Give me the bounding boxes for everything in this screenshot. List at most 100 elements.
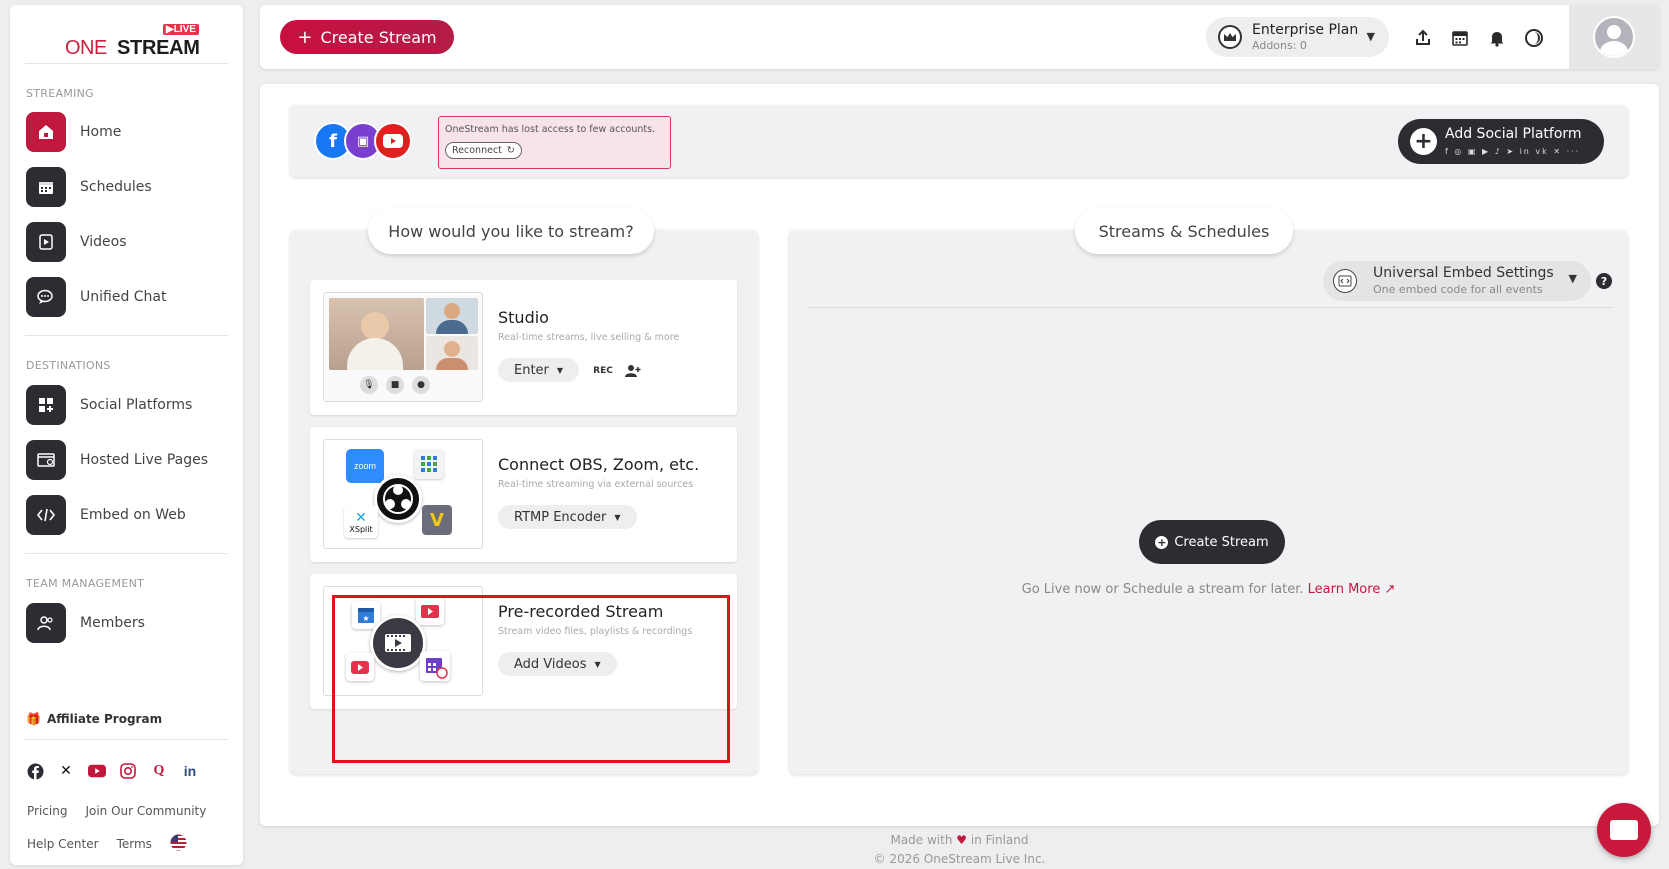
- grid-plus-icon: [26, 385, 66, 425]
- encoder-illustration: zoom ✕ XSplit V: [323, 439, 483, 549]
- calendar-icon[interactable]: [1449, 27, 1471, 49]
- record-button[interactable]: REC: [591, 360, 615, 382]
- grid-app-logo: [414, 449, 444, 479]
- learn-more-link[interactable]: Learn More ↗: [1308, 582, 1396, 597]
- bell-icon[interactable]: [1486, 27, 1508, 49]
- studio-subtitle: Real-time streams, live selling & more: [498, 332, 680, 343]
- sidebar-item-schedules[interactable]: Schedules: [26, 167, 226, 207]
- onestream-logo[interactable]: ONE STREAM ▶LIVE: [65, 19, 205, 61]
- obs-zoom-title: Connect OBS, Zoom, etc.: [498, 455, 700, 474]
- join-community-link[interactable]: Join Our Community: [85, 804, 206, 818]
- studio-controls: 🎙 ■ ●: [360, 376, 430, 394]
- members-icon: [26, 603, 66, 643]
- code-icon: [26, 495, 66, 535]
- divider: [25, 553, 228, 554]
- studio-enter-button[interactable]: Enter ▼: [498, 358, 580, 382]
- streams-schedules-panel: Streams & Schedules Universal Embed Sett…: [789, 208, 1628, 774]
- help-icon[interactable]: ?: [1596, 273, 1612, 289]
- streams-schedules-heading: Streams & Schedules: [1075, 208, 1293, 254]
- add-guest-icon[interactable]: [621, 360, 645, 382]
- chat-icon: [26, 277, 66, 317]
- studio-illustration: 🎙 ■ ●: [323, 292, 483, 402]
- chat-icon: ●: [412, 376, 430, 394]
- sidebar-item-unified-chat[interactable]: Unified Chat: [26, 277, 226, 317]
- destinations-bar: f ▣ OneStream has lost access to few acc…: [290, 105, 1628, 177]
- platform-mini-icons: f ◎ ▣ ▶ ♪ ➤ in vk ✕ ···: [1445, 147, 1581, 156]
- embed-code-icon: [1333, 269, 1357, 293]
- plan-addons: Addons: 0: [1252, 39, 1307, 52]
- sidebar-item-home[interactable]: Home: [26, 112, 226, 152]
- facebook-icon[interactable]: [26, 762, 44, 780]
- heart-icon: ♥: [956, 833, 968, 847]
- quora-icon[interactable]: Q: [150, 762, 168, 780]
- reconnect-button[interactable]: Reconnect ↻: [445, 142, 522, 159]
- sidebar-item-hosted-live-pages[interactable]: Hosted Live Pages: [26, 440, 226, 480]
- studio-guest-video: [426, 298, 478, 334]
- obs-zoom-subtitle: Real-time streaming via external sources: [498, 479, 694, 490]
- instagram-icon[interactable]: [119, 762, 137, 780]
- obs-logo: [374, 475, 422, 523]
- caret-down-icon: ▼: [1568, 272, 1577, 285]
- help-center-link[interactable]: Help Center: [27, 837, 99, 851]
- theme-toggle-icon[interactable]: [1523, 27, 1545, 49]
- plus-circle-icon: +: [1410, 128, 1437, 155]
- add-social-platform-button[interactable]: + Add Social Platform f ◎ ▣ ▶ ♪ ➤ in vk …: [1398, 119, 1604, 164]
- lost-access-warning: OneStream has lost access to few account…: [438, 116, 671, 169]
- create-stream-button[interactable]: + Create Stream: [280, 20, 454, 54]
- gift-icon: 🎁: [26, 712, 41, 726]
- xsplit-mark-icon: ✕: [355, 509, 367, 526]
- rtmp-encoder-button[interactable]: RTMP Encoder ▼: [498, 505, 637, 529]
- social-links: ✕ Q in: [26, 762, 199, 780]
- avatar: [1593, 16, 1635, 58]
- x-twitter-icon[interactable]: ✕: [57, 762, 75, 780]
- plan-selector[interactable]: Enterprise Plan Addons: 0 ▼: [1206, 17, 1389, 57]
- us-flag-icon[interactable]: [170, 834, 187, 854]
- pricing-link[interactable]: Pricing: [27, 804, 67, 818]
- sidebar-item-members[interactable]: Members: [26, 603, 226, 643]
- studio-host-video: [329, 298, 424, 370]
- section-title-destinations: DESTINATIONS: [26, 359, 111, 372]
- caret-down-icon: ▼: [614, 512, 621, 522]
- divider: [809, 307, 1614, 308]
- sidebar-item-videos[interactable]: Videos: [26, 222, 226, 262]
- page-footer: Made with ♥ in Finland © 2026 OneStream …: [260, 831, 1659, 869]
- plus-icon: +: [297, 26, 313, 48]
- plus-circle-icon: +: [1155, 535, 1169, 549]
- studio-guest-video: [426, 336, 478, 370]
- linkedin-icon[interactable]: in: [181, 762, 199, 780]
- video-file-icon: [26, 222, 66, 262]
- upload-icon[interactable]: [1412, 27, 1434, 49]
- studio-title: Studio: [498, 308, 549, 327]
- support-chat-button[interactable]: [1597, 803, 1651, 857]
- xsplit-logo: ✕ XSplit: [344, 506, 378, 538]
- youtube-icon[interactable]: [88, 762, 106, 780]
- section-title-team-management: TEAM MANAGEMENT: [26, 577, 145, 590]
- create-stream-center-button[interactable]: + Create Stream: [1139, 520, 1285, 564]
- copyright: © 2026 OneStream Live Inc.: [873, 852, 1046, 866]
- empty-state-text: Go Live now or Schedule a stream for lat…: [1021, 582, 1396, 597]
- footer-links-row2: Help Center Terms: [27, 834, 187, 854]
- external-link-icon: ↗: [1384, 582, 1396, 597]
- caret-down-icon: ▼: [1366, 30, 1375, 43]
- footer-links-row1: Pricing Join Our Community: [27, 804, 206, 818]
- stream-options-heading: How would you like to stream?: [368, 208, 654, 254]
- sidebar-item-social-platforms[interactable]: Social Platforms: [26, 385, 226, 425]
- sidebar: ONE STREAM ▶LIVE STREAMING Home Schedule…: [10, 5, 243, 865]
- divider: [25, 335, 228, 336]
- obs-zoom-card[interactable]: zoom ✕ XSplit V Connect OBS, Zoom, etc. …: [310, 427, 737, 562]
- calendar-icon: [26, 167, 66, 207]
- user-menu[interactable]: [1569, 5, 1659, 69]
- affiliate-program-link[interactable]: 🎁 Affiliate Program: [26, 712, 162, 726]
- camera-icon: ■: [386, 376, 404, 394]
- terms-link[interactable]: Terms: [117, 837, 152, 851]
- refresh-icon: ↻: [506, 145, 515, 156]
- universal-embed-settings-dropdown[interactable]: Universal Embed Settings One embed code …: [1323, 261, 1591, 301]
- home-icon: [26, 112, 66, 152]
- sidebar-item-embed-on-web[interactable]: Embed on Web: [26, 495, 226, 535]
- caret-down-icon: ▼: [556, 365, 564, 375]
- chat-bubble-icon: [1610, 820, 1638, 840]
- youtube-platform-icon[interactable]: [374, 122, 412, 160]
- divider: [25, 63, 228, 64]
- studio-card[interactable]: 🎙 ■ ● Studio Real-time streams, live sel…: [310, 280, 737, 415]
- highlight-box: [332, 595, 730, 763]
